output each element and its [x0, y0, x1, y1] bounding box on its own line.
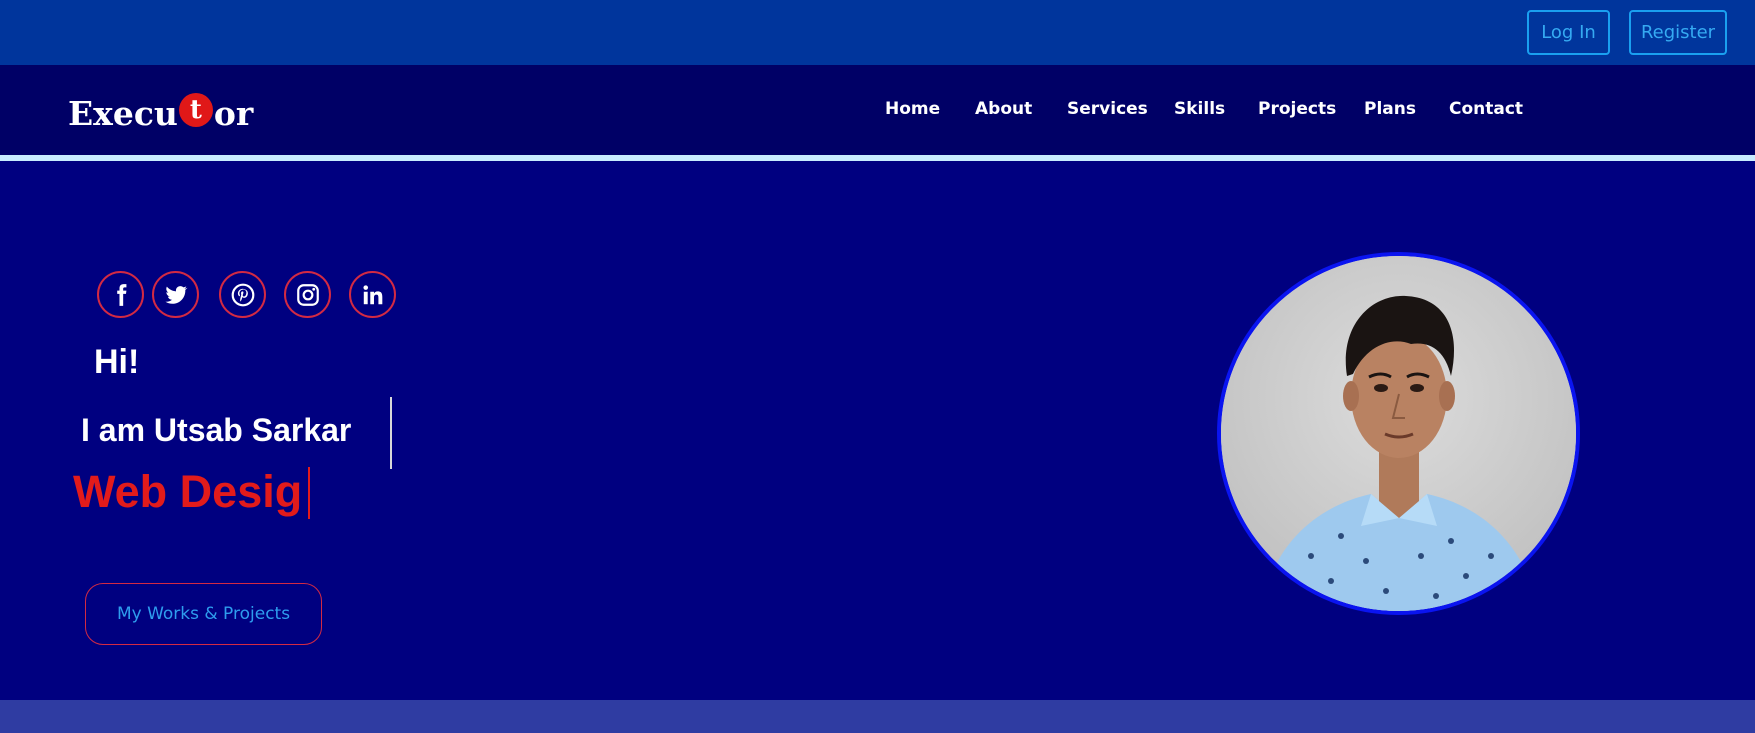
- hero-role-typing: Web Desig: [73, 466, 303, 517]
- nav-contact[interactable]: Contact: [1449, 99, 1523, 119]
- top-bar: [0, 0, 1755, 65]
- nav-projects[interactable]: Projects: [1258, 99, 1336, 119]
- my-works-button[interactable]: My Works & Projects: [85, 583, 322, 645]
- pinterest-icon[interactable]: [219, 271, 266, 318]
- register-button[interactable]: Register: [1629, 10, 1727, 55]
- nav-home[interactable]: Home: [885, 99, 940, 119]
- next-section-edge: [0, 700, 1755, 733]
- linkedin-icon[interactable]: [349, 271, 396, 318]
- nav-about[interactable]: About: [975, 99, 1032, 119]
- facebook-icon[interactable]: [97, 271, 144, 318]
- logo-text-suffix: or: [213, 93, 254, 133]
- intro-cursor: [390, 397, 392, 469]
- typing-cursor: [308, 467, 310, 519]
- instagram-icon[interactable]: [284, 271, 331, 318]
- profile-photo: [1217, 252, 1580, 615]
- profile-photo-illustration: [1221, 256, 1576, 611]
- twitter-icon[interactable]: [152, 271, 199, 318]
- nav-services[interactable]: Services: [1067, 99, 1148, 119]
- nav-skills[interactable]: Skills: [1174, 99, 1225, 119]
- navbar-divider: [0, 155, 1755, 164]
- logo-text-prefix: Execu: [68, 93, 178, 133]
- hero-greeting: Hi!: [94, 343, 140, 381]
- nav-plans[interactable]: Plans: [1364, 99, 1416, 119]
- logo-t-badge: t: [178, 93, 213, 127]
- login-button[interactable]: Log In: [1527, 10, 1610, 55]
- hero-intro: I am Utsab Sarkar: [81, 412, 352, 448]
- site-logo[interactable]: Execu t or: [68, 93, 253, 133]
